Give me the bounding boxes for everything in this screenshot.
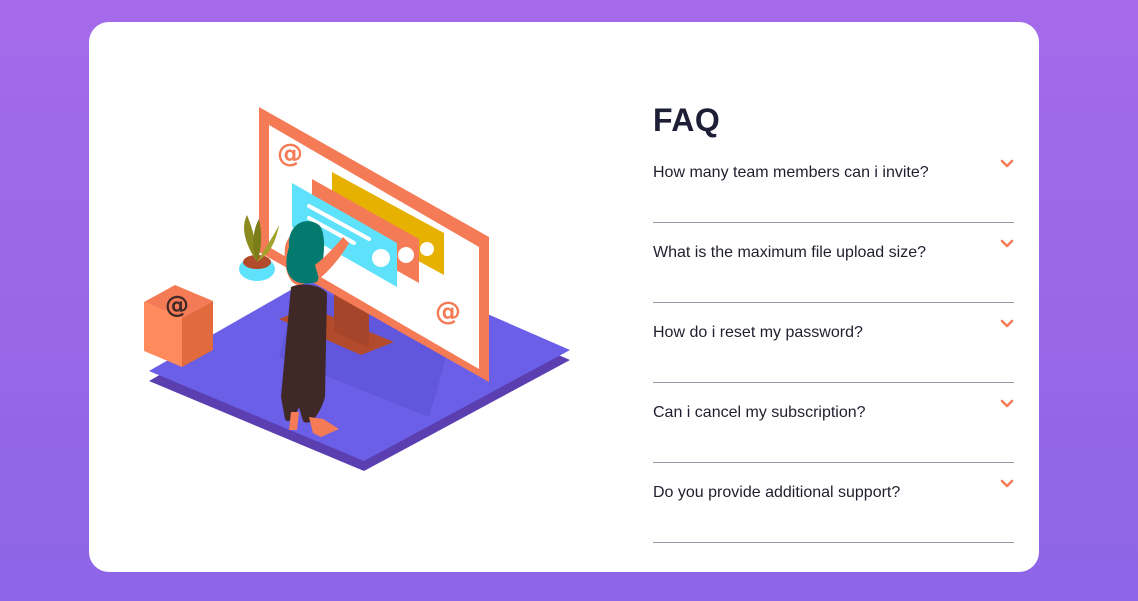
faq-item[interactable]: How do i reset my password? — [653, 319, 1014, 383]
chevron-down-icon[interactable] — [1000, 157, 1014, 171]
faq-item[interactable]: Can i cancel my subscription? — [653, 399, 1014, 463]
chevron-down-icon[interactable] — [1000, 317, 1014, 331]
faq-card: @ @ @ FAQ How many team members can i in… — [89, 22, 1039, 572]
svg-text:@: @ — [435, 297, 461, 327]
woman-at-computer-illustration: @ @ @ — [144, 107, 570, 471]
faq-item[interactable]: How many team members can i invite? — [653, 159, 1014, 223]
faq-list: How many team members can i invite? What… — [653, 159, 1014, 543]
svg-text:@: @ — [165, 291, 189, 319]
faq-item[interactable]: Do you provide additional support? — [653, 479, 1014, 543]
chevron-down-icon[interactable] — [1000, 477, 1014, 491]
faq-question[interactable]: How many team members can i invite? — [653, 163, 929, 183]
faq-question[interactable]: What is the maximum file upload size? — [653, 243, 926, 263]
faq-item[interactable]: What is the maximum file upload size? — [653, 239, 1014, 303]
faq-section: FAQ How many team members can i invite? … — [653, 102, 1014, 543]
faq-question[interactable]: Can i cancel my subscription? — [653, 403, 866, 423]
chevron-down-icon[interactable] — [1000, 237, 1014, 251]
svg-text:@: @ — [277, 139, 303, 169]
chevron-down-icon[interactable] — [1000, 397, 1014, 411]
faq-question[interactable]: How do i reset my password? — [653, 323, 863, 343]
faq-title: FAQ — [653, 102, 721, 138]
faq-question[interactable]: Do you provide additional support? — [653, 483, 900, 503]
